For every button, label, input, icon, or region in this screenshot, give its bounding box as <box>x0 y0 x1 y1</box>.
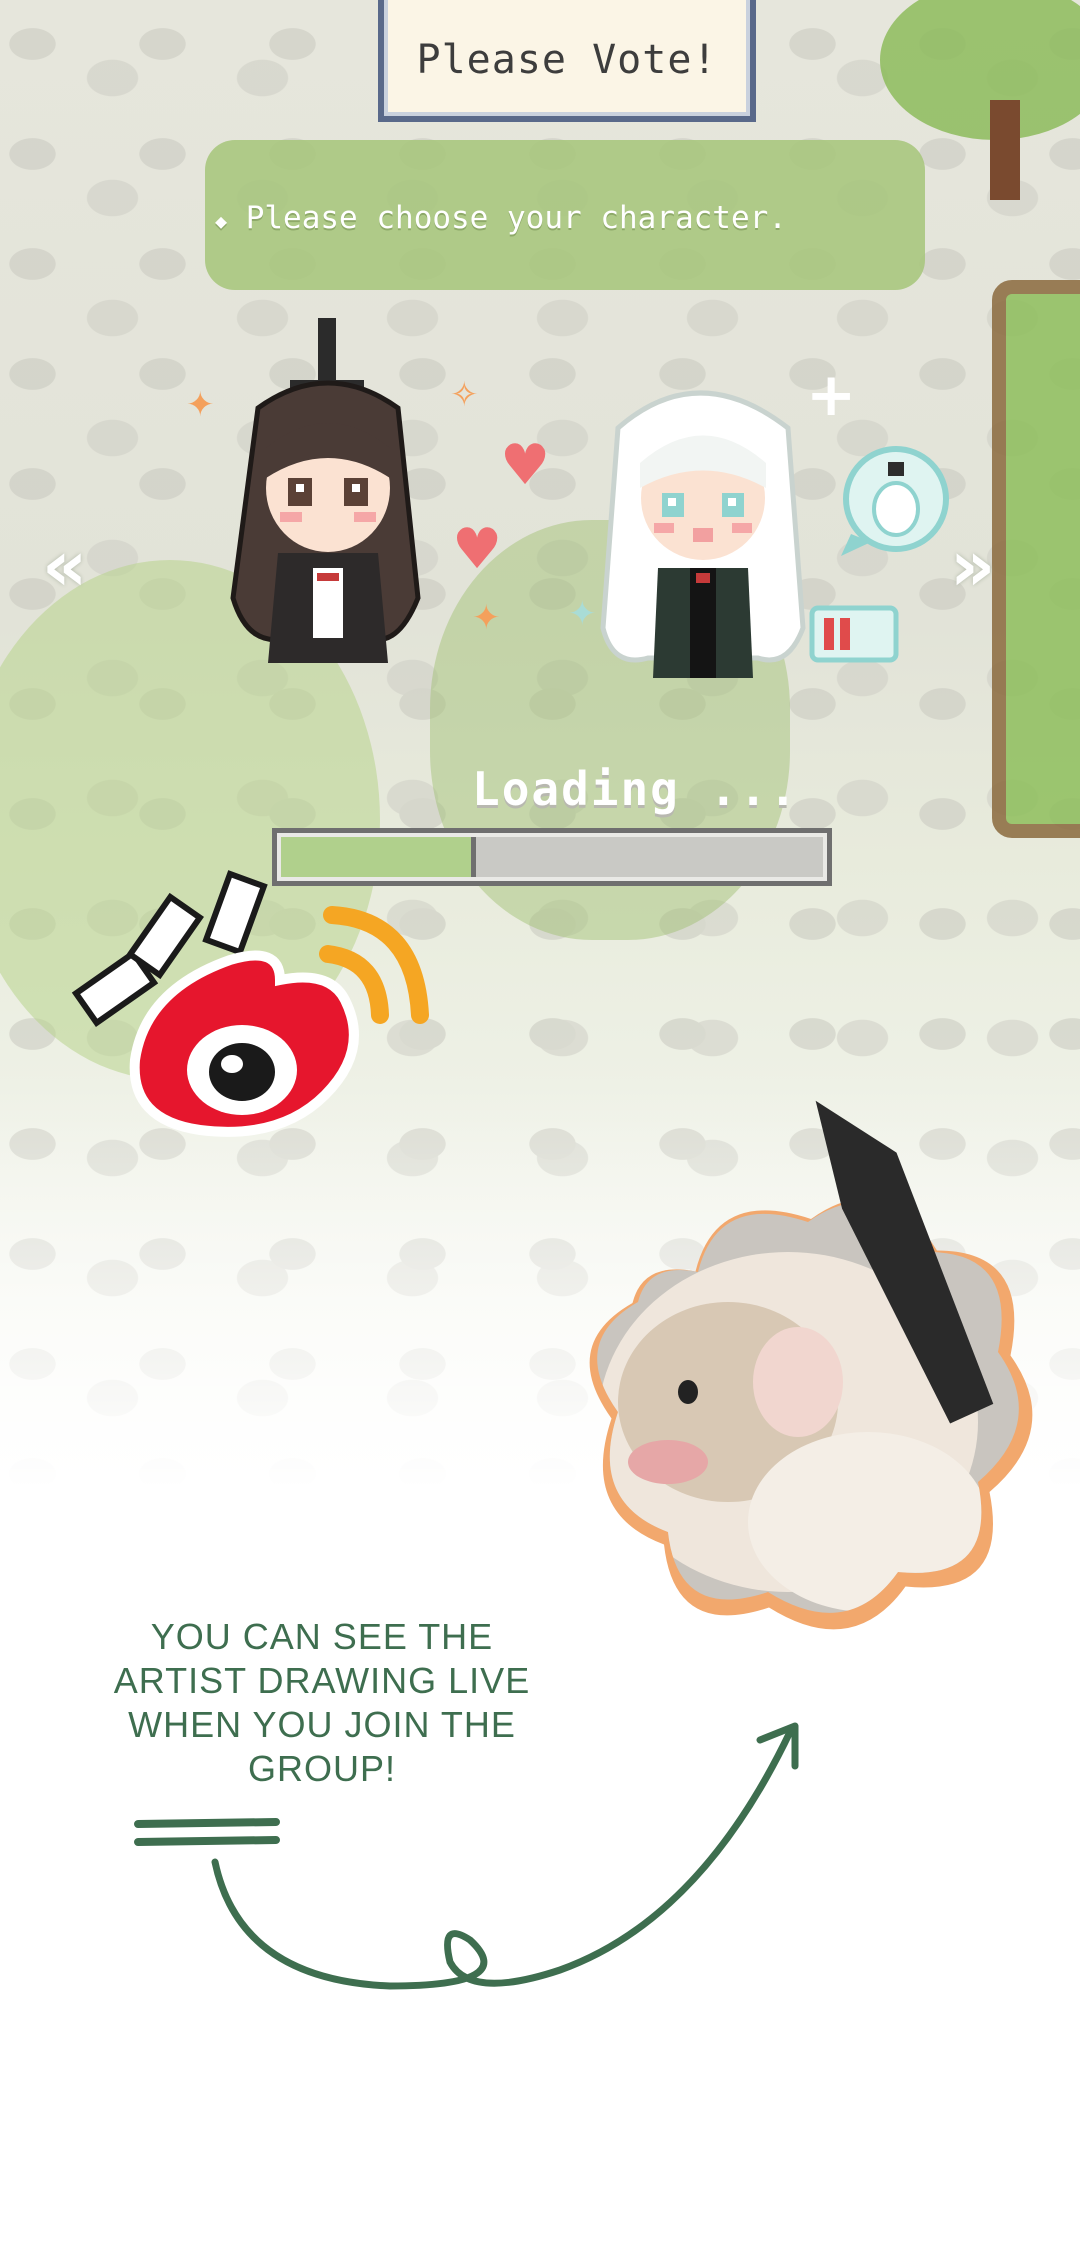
tree-trunk <box>990 100 1020 200</box>
sparkle-icon: ✦ <box>472 598 501 638</box>
heart-icon: ♥ <box>500 433 551 498</box>
loading-label: Loading ... <box>472 762 799 816</box>
garden-bed <box>992 280 1080 838</box>
character-white-hair[interactable] <box>588 368 818 688</box>
vote-button[interactable]: Please Vote! <box>378 0 756 122</box>
character-dark-hair[interactable] <box>218 318 438 688</box>
weibo-logo[interactable] <box>60 850 480 1170</box>
sparkle-icon: ✧ <box>450 375 479 415</box>
heart-icon: ♥ <box>452 517 503 582</box>
plus-icon: + <box>806 360 857 430</box>
hamster-photo <box>589 1100 1033 1630</box>
character-prompt: ◆ Please choose your character. <box>215 200 787 236</box>
next-character-arrow[interactable]: » <box>950 525 995 607</box>
battery-icon <box>809 605 899 663</box>
prompt-bullet-icon: ◆ <box>215 209 228 233</box>
prompt-text: Please choose your character. <box>245 200 787 236</box>
arrow-doodle-icon <box>134 1722 799 1990</box>
potion-bubble-icon <box>841 446 949 556</box>
vote-button-label: Please Vote! <box>416 37 718 83</box>
prev-character-arrow[interactable]: « <box>42 525 87 607</box>
sparkle-icon: ✦ <box>186 385 215 425</box>
sparkle-icon: ✦ <box>568 594 597 634</box>
